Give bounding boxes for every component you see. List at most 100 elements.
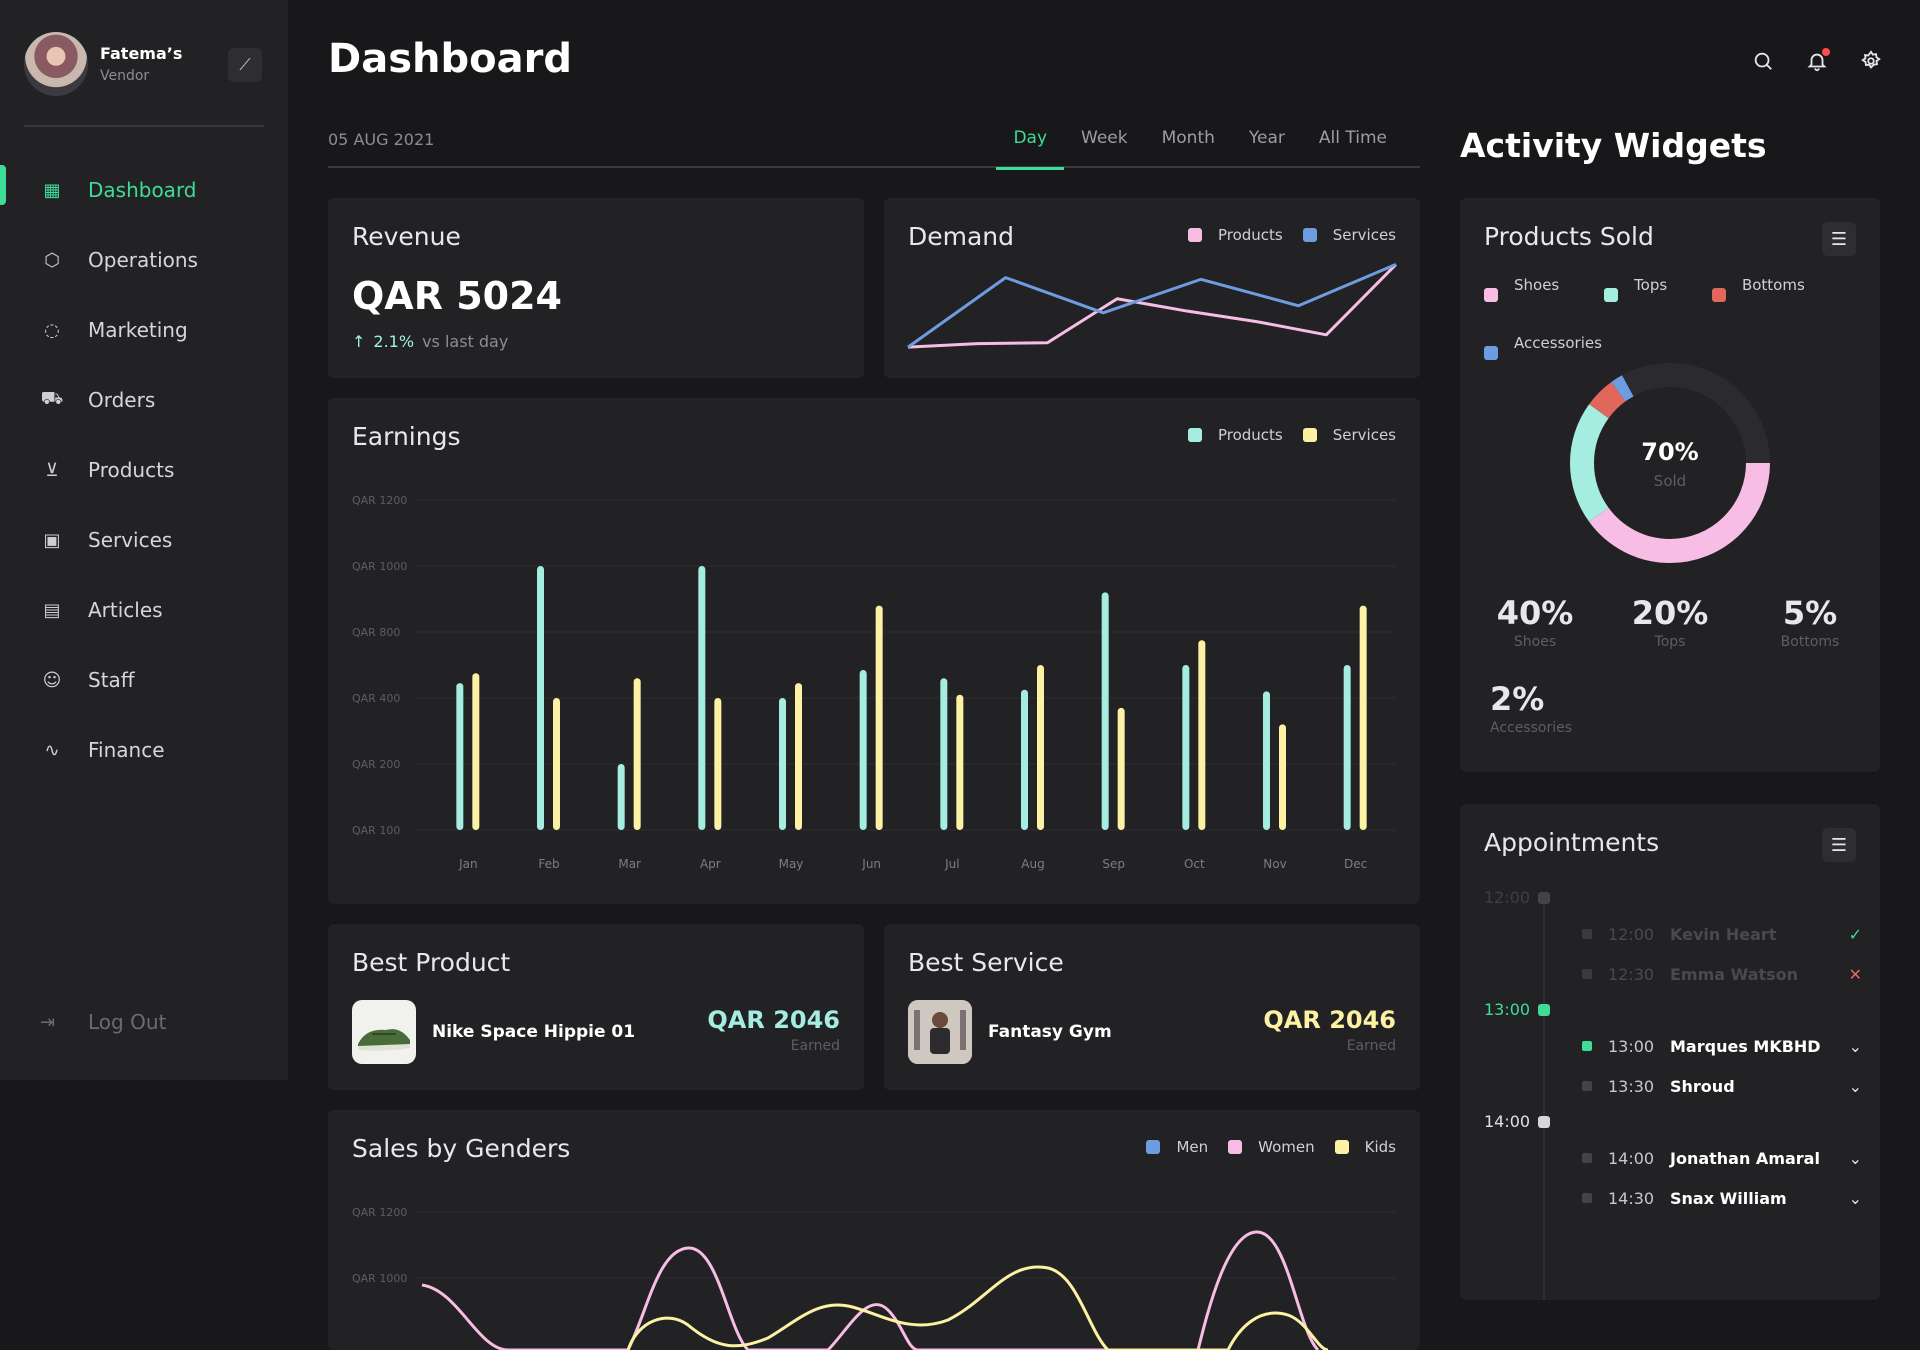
bar-services-sep[interactable] — [1117, 707, 1125, 830]
sidebar-item-products[interactable]: ⊻ Products — [0, 435, 288, 505]
tab-all-time[interactable]: All Time — [1302, 128, 1404, 166]
hour-12: 12:00 — [1484, 888, 1531, 907]
legend-shoes: Shoes — [1484, 276, 1579, 314]
sidebar-item-staff[interactable]: ☺ Staff — [0, 645, 288, 715]
collapse-sidebar-button[interactable]: ⟋ — [228, 48, 262, 82]
appointment-time: 12:00 — [1608, 924, 1655, 944]
appointment-name: Shroud — [1670, 1076, 1735, 1096]
appointment-row[interactable]: 14:30 Snax William ⌄ — [1582, 1186, 1862, 1210]
x-tick-label: Nov — [1263, 857, 1286, 871]
stat-value: 40% — [1496, 594, 1574, 632]
bar-services-jan[interactable] — [472, 673, 480, 830]
products-sold-title: Products Sold — [1484, 222, 1654, 251]
best-product-value: QAR 2046 — [707, 1006, 840, 1034]
bar-products-mar[interactable] — [617, 764, 625, 830]
chevron-down-icon[interactable]: ⌄ — [1842, 1189, 1862, 1208]
bar-products-sep[interactable] — [1101, 592, 1109, 830]
search-icon — [1754, 52, 1772, 70]
bar-products-aug[interactable] — [1021, 689, 1028, 830]
bar-products-jan[interactable] — [456, 683, 464, 830]
appointment-row[interactable]: 12:30 Emma Watson ✕ — [1582, 962, 1862, 986]
x-tick-label: May — [779, 857, 804, 871]
x-tick-label: Jan — [458, 857, 478, 871]
stat-tops: 20% Tops — [1625, 594, 1715, 650]
bar-products-apr[interactable] — [698, 566, 706, 830]
bar-services-apr[interactable] — [714, 698, 722, 830]
appointment-name: Marques MKBHD — [1670, 1036, 1821, 1056]
sidebar-item-finance[interactable]: ∿ Finance — [0, 715, 288, 785]
bar-services-jul[interactable] — [956, 694, 964, 830]
tab-day[interactable]: Day — [996, 128, 1064, 170]
sidebar-item-articles[interactable]: ▤ Articles — [0, 575, 288, 645]
sidebar-item-operations[interactable]: ⬡ Operations — [0, 225, 288, 295]
settings-button[interactable] — [1858, 48, 1884, 74]
appointment-row[interactable]: 12:00 Kevin Heart ✓ — [1582, 922, 1862, 946]
row-dot — [1582, 929, 1592, 939]
appointment-name: Jonathan Amaral — [1670, 1148, 1820, 1168]
x-tick-label: Sep — [1102, 857, 1125, 871]
bar-products-jun[interactable] — [859, 669, 867, 830]
appointment-row[interactable]: 13:30 Shroud ⌄ — [1582, 1074, 1862, 1098]
x-tick-label: Dec — [1344, 857, 1367, 871]
bar-products-dec[interactable] — [1343, 665, 1351, 830]
sales-by-genders-card: Sales by Genders Men Women Kids QAR 1200… — [328, 1110, 1420, 1350]
box-icon: ⬡ — [44, 249, 60, 271]
profile-name: Fatema’s — [100, 44, 183, 63]
chevron-down-icon[interactable]: ⌄ — [1842, 1149, 1862, 1168]
menu-icon: ☰ — [1830, 228, 1848, 250]
appointment-row[interactable]: 13:00 Marques MKBHD ⌄ — [1582, 1034, 1862, 1058]
appointment-time: 12:30 — [1608, 964, 1655, 984]
service-thumbnail[interactable] — [908, 1000, 972, 1064]
sidebar-item-dashboard[interactable]: ▦ Dashboard — [0, 155, 288, 225]
bar-services-feb[interactable] — [553, 698, 560, 830]
bar-services-nov[interactable] — [1279, 724, 1286, 830]
earnings-chart: QAR 1200 QAR 1000 QAR 800 QAR 400 QAR 200 QAR… — [352, 494, 1396, 871]
timeline-line — [1543, 896, 1545, 1300]
bar-products-may[interactable] — [779, 698, 786, 830]
bar-products-jul[interactable] — [940, 678, 948, 830]
bar-services-dec[interactable] — [1359, 605, 1367, 830]
activity-widgets-title: Activity Widgets — [1460, 126, 1767, 165]
logout-button[interactable]: ⇥ Log Out — [40, 1010, 166, 1034]
stat-shoes: 40% Shoes — [1490, 594, 1580, 650]
chevron-down-icon[interactable]: ⌄ — [1842, 1037, 1862, 1056]
row-dot — [1582, 969, 1592, 979]
stat-label: Accessories — [1490, 720, 1573, 736]
product-thumbnail[interactable] — [352, 1000, 416, 1064]
products-sold-card: Products Sold ☰ Shoes Tops Bottoms Acces… — [1460, 198, 1880, 772]
donut-center-label: Sold — [1653, 472, 1687, 490]
bar-products-oct[interactable] — [1182, 665, 1190, 830]
sidebar-item-orders[interactable]: ⛟ Orders — [0, 365, 288, 435]
profile[interactable]: Fatema’s Vendor ⟋ — [24, 32, 264, 96]
tab-week[interactable]: Week — [1064, 128, 1145, 166]
bar-services-mar[interactable] — [633, 678, 641, 830]
bar-products-feb[interactable] — [537, 566, 544, 830]
demand-chart — [907, 263, 1398, 349]
bar-services-aug[interactable] — [1037, 665, 1044, 830]
bar-services-oct[interactable] — [1198, 640, 1206, 830]
legend-label: Bottoms — [1741, 276, 1805, 294]
notifications-button[interactable] — [1804, 48, 1830, 74]
bar-services-jun[interactable] — [875, 605, 883, 830]
sidebar-item-marketing[interactable]: ◌ Marketing — [0, 295, 288, 365]
pulse-icon: ∿ — [44, 739, 60, 761]
bar-products-nov[interactable] — [1263, 691, 1270, 830]
close-icon: ✕ — [1848, 964, 1862, 984]
logout-label: Log Out — [88, 1010, 167, 1034]
sidebar-item-label: Marketing — [88, 318, 188, 342]
gear-icon — [1861, 50, 1881, 69]
tab-month[interactable]: Month — [1145, 128, 1232, 166]
hour-marker — [1538, 1116, 1550, 1128]
bar-services-may[interactable] — [795, 683, 802, 830]
products-sold-menu-button[interactable]: ☰ — [1822, 222, 1856, 256]
y-tick-label: QAR 1000 — [352, 560, 407, 573]
stat-label: Shoes — [1513, 634, 1557, 650]
appointment-row[interactable]: 14:00 Jonathan Amaral ⌄ — [1582, 1146, 1862, 1170]
avatar[interactable] — [24, 32, 88, 96]
hour-13: 13:00 — [1484, 1000, 1531, 1019]
tab-year[interactable]: Year — [1232, 128, 1302, 166]
sidebar-item-services[interactable]: ▣ Services — [0, 505, 288, 575]
chevron-down-icon[interactable]: ⌄ — [1842, 1077, 1862, 1096]
appointments-menu-button[interactable]: ☰ — [1822, 828, 1856, 862]
search-button[interactable] — [1750, 48, 1776, 74]
